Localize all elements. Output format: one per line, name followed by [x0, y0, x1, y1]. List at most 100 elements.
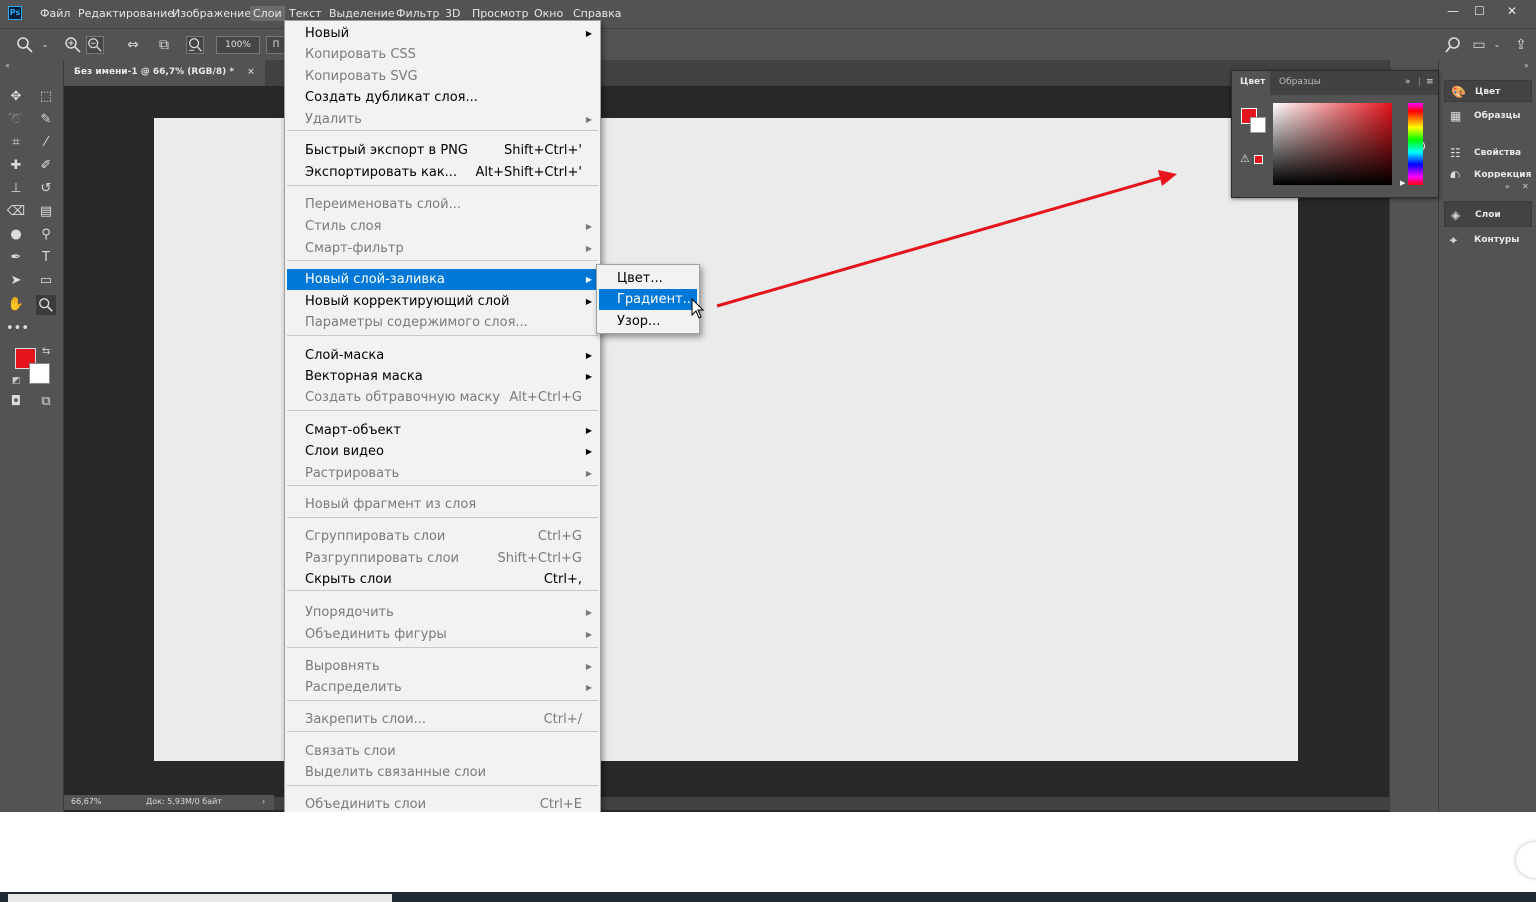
- marquee-tool-icon[interactable]: ⬚: [36, 87, 56, 107]
- menu-item-22[interactable]: Скрыть слои Ctrl+,: [287, 569, 598, 590]
- type-tool-icon[interactable]: T: [36, 248, 56, 268]
- zoom-tool-icon[interactable]: [36, 295, 56, 315]
- gamut-color-swatch[interactable]: [1254, 155, 1263, 164]
- chevron-down-icon[interactable]: ⌄: [36, 36, 54, 54]
- menu-item-0[interactable]: Новый ▶: [287, 23, 598, 44]
- color-panel-background-swatch[interactable]: [1250, 117, 1266, 133]
- menu-3d[interactable]: 3D: [445, 7, 460, 20]
- workspace-icon[interactable]: ▭: [1470, 36, 1488, 54]
- menu-item-14[interactable]: Векторная маска ▶: [287, 366, 598, 387]
- hue-slider[interactable]: [1408, 103, 1423, 185]
- menu-item-24[interactable]: Объединить фигуры ▶: [287, 624, 598, 645]
- chevron-down-icon[interactable]: ⌄: [1488, 36, 1506, 54]
- tab-color[interactable]: Цвет: [1240, 77, 1265, 87]
- zoom-percent-field[interactable]: 100%: [216, 36, 260, 54]
- clone-stamp-icon[interactable]: ⊥: [6, 179, 26, 199]
- screen-mode-icon[interactable]: ⧉: [36, 392, 56, 412]
- menu-layer[interactable]: Слои: [250, 6, 285, 21]
- background-color-swatch[interactable]: [29, 363, 50, 384]
- menu-filter[interactable]: Фильтр: [396, 7, 440, 20]
- menu-item-4[interactable]: Удалить ▶: [287, 109, 598, 130]
- close-icon[interactable]: ✕: [1522, 182, 1529, 191]
- crop-tool-icon[interactable]: ⌗: [6, 133, 26, 153]
- zoom-all-windows-icon[interactable]: ⧉: [155, 36, 173, 54]
- pen-tool-icon[interactable]: ✒: [6, 248, 26, 268]
- status-expand-icon[interactable]: ›: [262, 797, 265, 806]
- swap-colors-icon[interactable]: ⇆: [42, 346, 50, 357]
- hand-tool-icon[interactable]: ✋: [6, 295, 26, 315]
- menu-item-13[interactable]: Слой-маска ▶: [287, 345, 598, 366]
- move-tool-icon[interactable]: ✥: [6, 87, 26, 107]
- share-icon[interactable]: ⇪: [1512, 36, 1530, 54]
- menu-window[interactable]: Окно: [534, 7, 563, 20]
- fit-screen-button[interactable]: П: [266, 36, 286, 54]
- zoom-tool-icon[interactable]: [16, 36, 34, 54]
- resize-windows-icon[interactable]: ⇔: [124, 36, 142, 54]
- out-of-gamut-warning-icon[interactable]: ⚠: [1240, 152, 1250, 165]
- menu-help[interactable]: Справка: [573, 7, 621, 20]
- tab-swatches[interactable]: Образцы: [1279, 77, 1321, 87]
- menu-item-16[interactable]: Смарт-объект ▶: [287, 420, 598, 441]
- dodge-tool-icon[interactable]: ⚲: [36, 225, 56, 245]
- menu-item-2[interactable]: Копировать SVG: [287, 66, 598, 87]
- scrubby-zoom-icon[interactable]: [186, 36, 204, 54]
- menu-item-3[interactable]: Создать дубликат слоя...: [287, 87, 598, 108]
- menu-item-9[interactable]: Смарт-фильтр ▶: [287, 238, 598, 259]
- gradient-tool-icon[interactable]: ▤: [36, 202, 56, 222]
- collapse-icon[interactable]: «: [5, 61, 10, 70]
- expand-icon[interactable]: »: [1405, 77, 1411, 87]
- menu-item-18[interactable]: Растрировать ▶: [287, 463, 598, 484]
- menu-item-17[interactable]: Слои видео ▶: [287, 441, 598, 462]
- menu-view[interactable]: Просмотр: [472, 7, 528, 20]
- collapse-icon[interactable]: »: [1524, 61, 1529, 70]
- menu-item-21[interactable]: Разгруппировать слои Shift+Ctrl+G: [287, 548, 598, 569]
- history-brush-icon[interactable]: ↺: [36, 179, 56, 199]
- menu-edit[interactable]: Редактирование: [78, 7, 174, 20]
- submenu-item-gradient[interactable]: Градиент...: [599, 289, 697, 310]
- dock-properties-panel[interactable]: ☷ Свойства: [1444, 142, 1532, 164]
- menu-item-25[interactable]: Выровнять ▶: [287, 656, 598, 677]
- search-icon[interactable]: [1444, 36, 1462, 54]
- menu-item-1[interactable]: Копировать CSS: [287, 44, 598, 65]
- menu-file[interactable]: Файл: [40, 7, 70, 20]
- minimize-button[interactable]: —: [1447, 4, 1459, 18]
- path-select-icon[interactable]: ➤: [6, 271, 26, 291]
- rectangle-tool-icon[interactable]: ▭: [36, 271, 56, 291]
- quick-mask-icon[interactable]: ◘: [6, 392, 26, 412]
- dock-adjustments-panel[interactable]: ◐ Коррекция: [1444, 164, 1532, 178]
- menu-item-15[interactable]: Создать обтравочную маску Alt+Ctrl+G: [287, 387, 598, 408]
- menu-item-26[interactable]: Распределить ▶: [287, 677, 598, 698]
- collapse-icon[interactable]: »: [1505, 182, 1510, 191]
- brush-tool-icon[interactable]: ✐: [36, 156, 56, 176]
- color-picker-field[interactable]: [1273, 103, 1425, 185]
- more-tools-icon[interactable]: •••: [6, 319, 29, 339]
- eyedropper-tool-icon[interactable]: ⁄: [36, 133, 56, 153]
- close-icon[interactable]: ×: [247, 67, 255, 77]
- menu-item-6[interactable]: Экспортировать как... Alt+Shift+Ctrl+': [287, 162, 598, 183]
- dock-layers-panel[interactable]: ◈ Слои: [1444, 201, 1532, 227]
- menu-item-11[interactable]: Новый корректирующий слой ▶: [287, 291, 598, 312]
- menu-item-23[interactable]: Упорядочить ▶: [287, 602, 598, 623]
- lasso-tool-icon[interactable]: ➰: [6, 110, 26, 130]
- menu-item-19[interactable]: Новый фрагмент из слоя: [287, 494, 598, 515]
- dock-paths-panel[interactable]: ⌖ Контуры: [1444, 229, 1532, 251]
- menu-type[interactable]: Текст: [289, 7, 322, 20]
- menu-item-27[interactable]: Закрепить слои... Ctrl+/: [287, 709, 598, 730]
- healing-brush-icon[interactable]: ✚: [6, 156, 26, 176]
- menu-item-8[interactable]: Стиль слоя ▶: [287, 216, 598, 237]
- menu-image[interactable]: Изображение: [172, 7, 251, 20]
- menu-item-7[interactable]: Переименовать слой...: [287, 194, 598, 215]
- menu-item-10[interactable]: Новый слой-заливка ▶: [287, 269, 598, 290]
- zoom-in-icon[interactable]: [64, 36, 82, 54]
- quick-select-tool-icon[interactable]: ✎: [36, 110, 56, 130]
- menu-item-5[interactable]: Быстрый экспорт в PNG Shift+Ctrl+': [287, 140, 598, 161]
- menu-item-20[interactable]: Сгруппировать слои Ctrl+G: [287, 526, 598, 547]
- status-zoom[interactable]: 66,67%: [71, 797, 102, 806]
- submenu-item-pattern[interactable]: Узор...: [599, 311, 697, 332]
- taskbar-search-field[interactable]: [8, 894, 392, 902]
- default-colors-icon[interactable]: ◩: [12, 376, 21, 386]
- hue-slider-handle-icon[interactable]: ▶: [1400, 179, 1405, 187]
- submenu-item-color[interactable]: Цвет...: [599, 268, 697, 289]
- document-tab[interactable]: Без имени-1 @ 66,7% (RGB/8) * ×: [64, 60, 265, 86]
- panel-menu-icon[interactable]: ≡: [1426, 77, 1434, 87]
